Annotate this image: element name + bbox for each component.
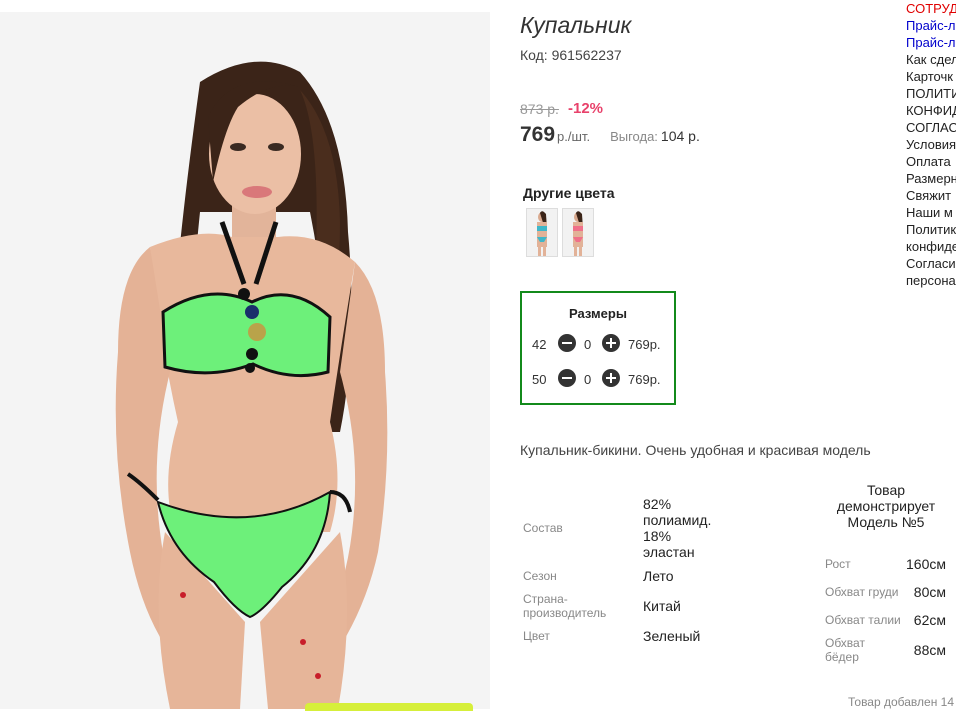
current-price: 769 xyxy=(520,123,556,146)
old-price: 873 р. xyxy=(520,101,559,117)
benefit-label: Выгода: xyxy=(610,129,658,144)
size-row: 50 0 769р. xyxy=(532,369,672,389)
composition-value: 82% полиамид. 18% эластан xyxy=(643,496,712,560)
size-label: 42 xyxy=(532,337,547,352)
chest-value: 80см xyxy=(913,584,946,600)
decrease-quantity-button[interactable] xyxy=(558,369,576,387)
sizes-title: Размеры xyxy=(569,306,627,321)
blue-swimsuit-image xyxy=(527,209,557,256)
nav-link-pricelist-1[interactable]: Прайс-л xyxy=(906,17,956,34)
sizes-panel: Размеры 42 0 769р. 50 0 769р. xyxy=(520,291,676,405)
nav-link-confidentiality[interactable]: КОНФИД xyxy=(906,102,956,119)
minus-icon xyxy=(562,377,572,379)
product-photo[interactable] xyxy=(0,12,490,709)
country-value: Китай xyxy=(643,598,681,614)
increase-quantity-button[interactable] xyxy=(602,334,620,352)
nav-link-privacy-policy[interactable]: Политик xyxy=(906,221,956,238)
added-date: Товар добавлен 14 xyxy=(848,695,955,709)
country-label: Страна-производитель xyxy=(523,592,607,620)
nav-link-how-to-order[interactable]: Как сдел xyxy=(906,51,956,68)
hips-value: 88см xyxy=(913,642,946,658)
size-row: 42 0 769р. xyxy=(532,334,672,354)
quantity-value: 0 xyxy=(584,372,592,387)
nav-link-agreement[interactable]: СОГЛАС xyxy=(906,119,956,136)
color-variant-pink-thumbnail[interactable] xyxy=(562,208,594,257)
increase-quantity-button[interactable] xyxy=(602,369,620,387)
size-label: 50 xyxy=(532,372,547,387)
nav-link-our-stores[interactable]: Наши м xyxy=(906,204,956,221)
corner-decoration xyxy=(305,703,473,711)
nav-link-privacy-policy-cont[interactable]: конфиде xyxy=(906,238,956,255)
height-value: 160см xyxy=(906,556,946,572)
color-label: Цвет xyxy=(523,629,550,643)
height-label: Рост xyxy=(825,557,851,571)
season-label: Сезон xyxy=(523,569,557,583)
pink-swimsuit-image xyxy=(563,209,593,256)
decrease-quantity-button[interactable] xyxy=(558,334,576,352)
nav-link-size-chart[interactable]: Размерн xyxy=(906,170,956,187)
waist-value: 62см xyxy=(913,612,946,628)
size-price: 769р. xyxy=(628,372,661,387)
composition-label: Состав xyxy=(523,521,563,535)
hips-label: Обхват бёдер xyxy=(825,636,865,664)
model-illustration xyxy=(0,12,490,709)
nav-link-conditions[interactable]: Условия xyxy=(906,136,956,153)
season-value: Лето xyxy=(643,568,674,584)
right-nav-menu: СОТРУД Прайс-л Прайс-л Как сдел Карточк … xyxy=(906,0,956,289)
product-title: Купальник xyxy=(520,12,632,38)
nav-link-staff[interactable]: СОТРУД xyxy=(906,0,956,17)
nav-link-pricelist-2[interactable]: Прайс-л xyxy=(906,34,956,51)
benefit-value: 104 р. xyxy=(660,128,700,144)
minus-icon xyxy=(562,342,572,344)
nav-link-payment[interactable]: Оплата xyxy=(906,153,956,170)
price-unit: р./шт. xyxy=(557,129,591,144)
product-code: Код: 961562237 xyxy=(520,47,622,63)
color-value: Зеленый xyxy=(643,628,701,644)
color-variant-blue-thumbnail[interactable] xyxy=(526,208,558,257)
nav-link-personal-data[interactable]: персона xyxy=(906,272,956,289)
quantity-value: 0 xyxy=(584,337,592,352)
discount-badge: -12% xyxy=(568,100,604,117)
model-title: Товар демонстрирует Модель №5 xyxy=(836,482,936,530)
product-description: Купальник-бикини. Очень удобная и красив… xyxy=(520,442,871,458)
nav-link-company-card[interactable]: Карточк xyxy=(906,68,956,85)
nav-link-consent[interactable]: Согласи xyxy=(906,255,956,272)
product-code-label: Код: xyxy=(520,47,548,63)
product-code-value: 961562237 xyxy=(551,47,622,63)
price-row: 769 р./шт. Выгода: 104 р. xyxy=(520,123,700,147)
nav-link-contact[interactable]: Свяжит xyxy=(906,187,956,204)
other-colors-title: Другие цвета xyxy=(523,185,615,201)
size-price: 769р. xyxy=(628,337,661,352)
nav-link-policy[interactable]: ПОЛИТИ xyxy=(906,85,956,102)
